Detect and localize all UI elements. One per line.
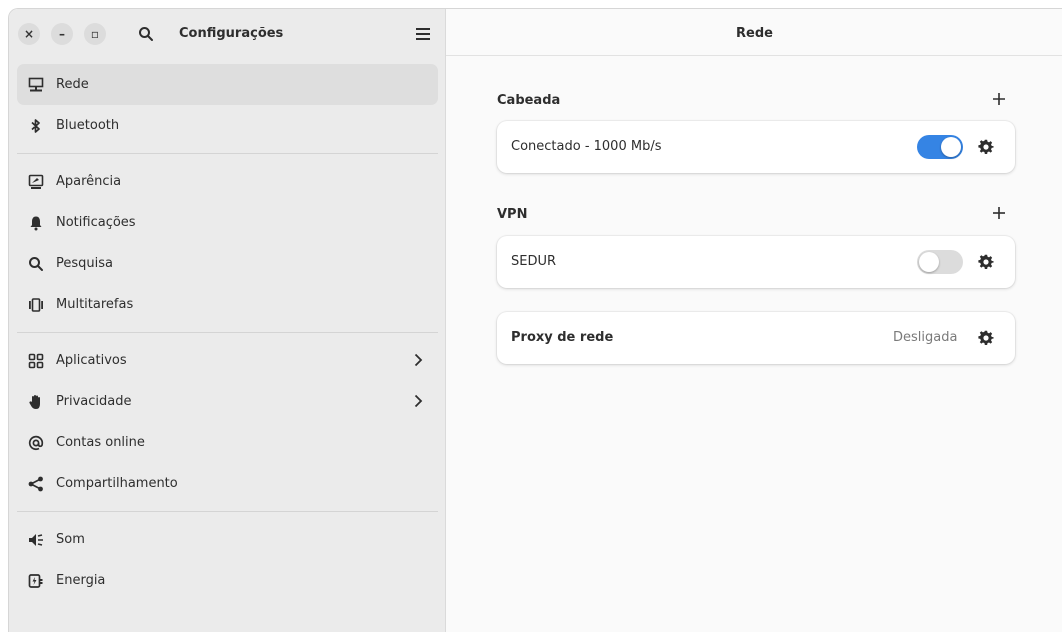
sidebar-item-label: Contas online xyxy=(56,435,145,450)
sidebar: × – ▫ Configurações Rede Bluetooth Aparê… xyxy=(9,9,446,632)
sidebar-item-pesquisa[interactable]: Pesquisa xyxy=(17,243,438,284)
sidebar-item-label: Compartilhamento xyxy=(56,476,178,491)
search-icon xyxy=(139,27,153,41)
sidebar-item-energia[interactable]: Energia xyxy=(17,560,438,601)
sidebar-separator xyxy=(17,153,438,154)
proxy-state: Desligada xyxy=(893,330,958,345)
bluetooth-icon xyxy=(28,118,44,134)
sidebar-item-rede[interactable]: Rede xyxy=(17,64,438,105)
hand-icon xyxy=(28,394,44,410)
gear-icon xyxy=(978,139,994,155)
proxy-row[interactable]: Proxy de rede Desligada xyxy=(497,312,1015,364)
chevron-right-icon xyxy=(410,352,426,372)
vpn-settings-button[interactable] xyxy=(978,254,994,270)
sidebar-header: × – ▫ Configurações xyxy=(9,9,445,55)
maximize-window-button[interactable]: ▫ xyxy=(84,23,106,45)
sidebar-title: Configurações xyxy=(179,26,284,41)
search-button[interactable] xyxy=(134,22,158,46)
sidebar-item-label: Bluetooth xyxy=(56,118,120,133)
wired-section-heading: Cabeada xyxy=(497,93,561,108)
search-icon xyxy=(28,256,44,272)
settings-window: × – ▫ Configurações Rede Bluetooth Aparê… xyxy=(8,8,1062,632)
sidebar-item-contas-online[interactable]: Contas online xyxy=(17,422,438,463)
hamburger-menu-icon xyxy=(416,28,430,40)
wired-connection-label: Conectado - 1000 Mb/s xyxy=(511,139,662,154)
sidebar-item-label: Aplicativos xyxy=(56,353,127,368)
plus-icon xyxy=(993,207,1005,219)
sidebar-item-label: Privacidade xyxy=(56,394,132,409)
vpn-connection-row: SEDUR xyxy=(497,236,1015,288)
switch-knob xyxy=(919,252,939,272)
close-window-button[interactable]: × xyxy=(18,23,40,45)
minimize-window-button[interactable]: – xyxy=(51,23,73,45)
add-vpn-button[interactable] xyxy=(991,205,1007,221)
sidebar-item-compartilhamento[interactable]: Compartilhamento xyxy=(17,463,438,504)
wired-connection-row: Conectado - 1000 Mb/s xyxy=(497,121,1015,173)
proxy-settings-button[interactable] xyxy=(978,330,994,346)
power-icon xyxy=(28,573,44,589)
chevron-right-icon xyxy=(410,393,426,413)
content-pane: Rede Cabeada Conectado - 1000 Mb/s VPN S… xyxy=(446,9,1062,632)
proxy-label: Proxy de rede xyxy=(511,330,614,345)
sidebar-separator xyxy=(17,511,438,512)
add-wired-button[interactable] xyxy=(991,91,1007,107)
page-title: Rede xyxy=(736,26,773,41)
bell-icon xyxy=(28,215,44,231)
vpn-toggle-switch[interactable] xyxy=(917,250,963,274)
sidebar-separator xyxy=(17,332,438,333)
main-menu-button[interactable] xyxy=(411,22,435,46)
vpn-connection-label: SEDUR xyxy=(511,254,557,269)
sidebar-item-label: Notificações xyxy=(56,215,136,230)
gear-icon xyxy=(978,254,994,270)
content-header: Rede xyxy=(446,9,1062,56)
appearance-icon xyxy=(28,174,44,190)
sidebar-item-label: Multitarefas xyxy=(56,297,134,312)
plus-icon xyxy=(993,93,1005,105)
speaker-icon xyxy=(28,532,44,548)
wired-toggle-switch[interactable] xyxy=(917,135,963,159)
sidebar-item-som[interactable]: Som xyxy=(17,519,438,560)
wired-settings-button[interactable] xyxy=(978,139,994,155)
sidebar-item-label: Aparência xyxy=(56,174,122,189)
vpn-section-heading: VPN xyxy=(497,207,528,222)
sidebar-item-label: Energia xyxy=(56,573,106,588)
gear-icon xyxy=(978,330,994,346)
switch-knob xyxy=(941,137,961,157)
multitasking-icon xyxy=(28,297,44,313)
sidebar-item-label: Som xyxy=(56,532,85,547)
network-wired-icon xyxy=(28,77,44,93)
at-sign-icon xyxy=(28,435,44,451)
sidebar-item-multitarefas[interactable]: Multitarefas xyxy=(17,284,438,325)
apps-grid-icon xyxy=(28,353,44,369)
sidebar-nav: Rede Bluetooth Aparência Notificações Pe… xyxy=(17,64,438,601)
sidebar-item-label: Pesquisa xyxy=(56,256,113,271)
sidebar-item-aplicativos[interactable]: Aplicativos xyxy=(17,340,438,381)
sidebar-item-aparencia[interactable]: Aparência xyxy=(17,161,438,202)
sidebar-item-label: Rede xyxy=(56,77,89,92)
share-icon xyxy=(28,476,44,492)
sidebar-item-notificacoes[interactable]: Notificações xyxy=(17,202,438,243)
sidebar-item-bluetooth[interactable]: Bluetooth xyxy=(17,105,438,146)
sidebar-item-privacidade[interactable]: Privacidade xyxy=(17,381,438,422)
